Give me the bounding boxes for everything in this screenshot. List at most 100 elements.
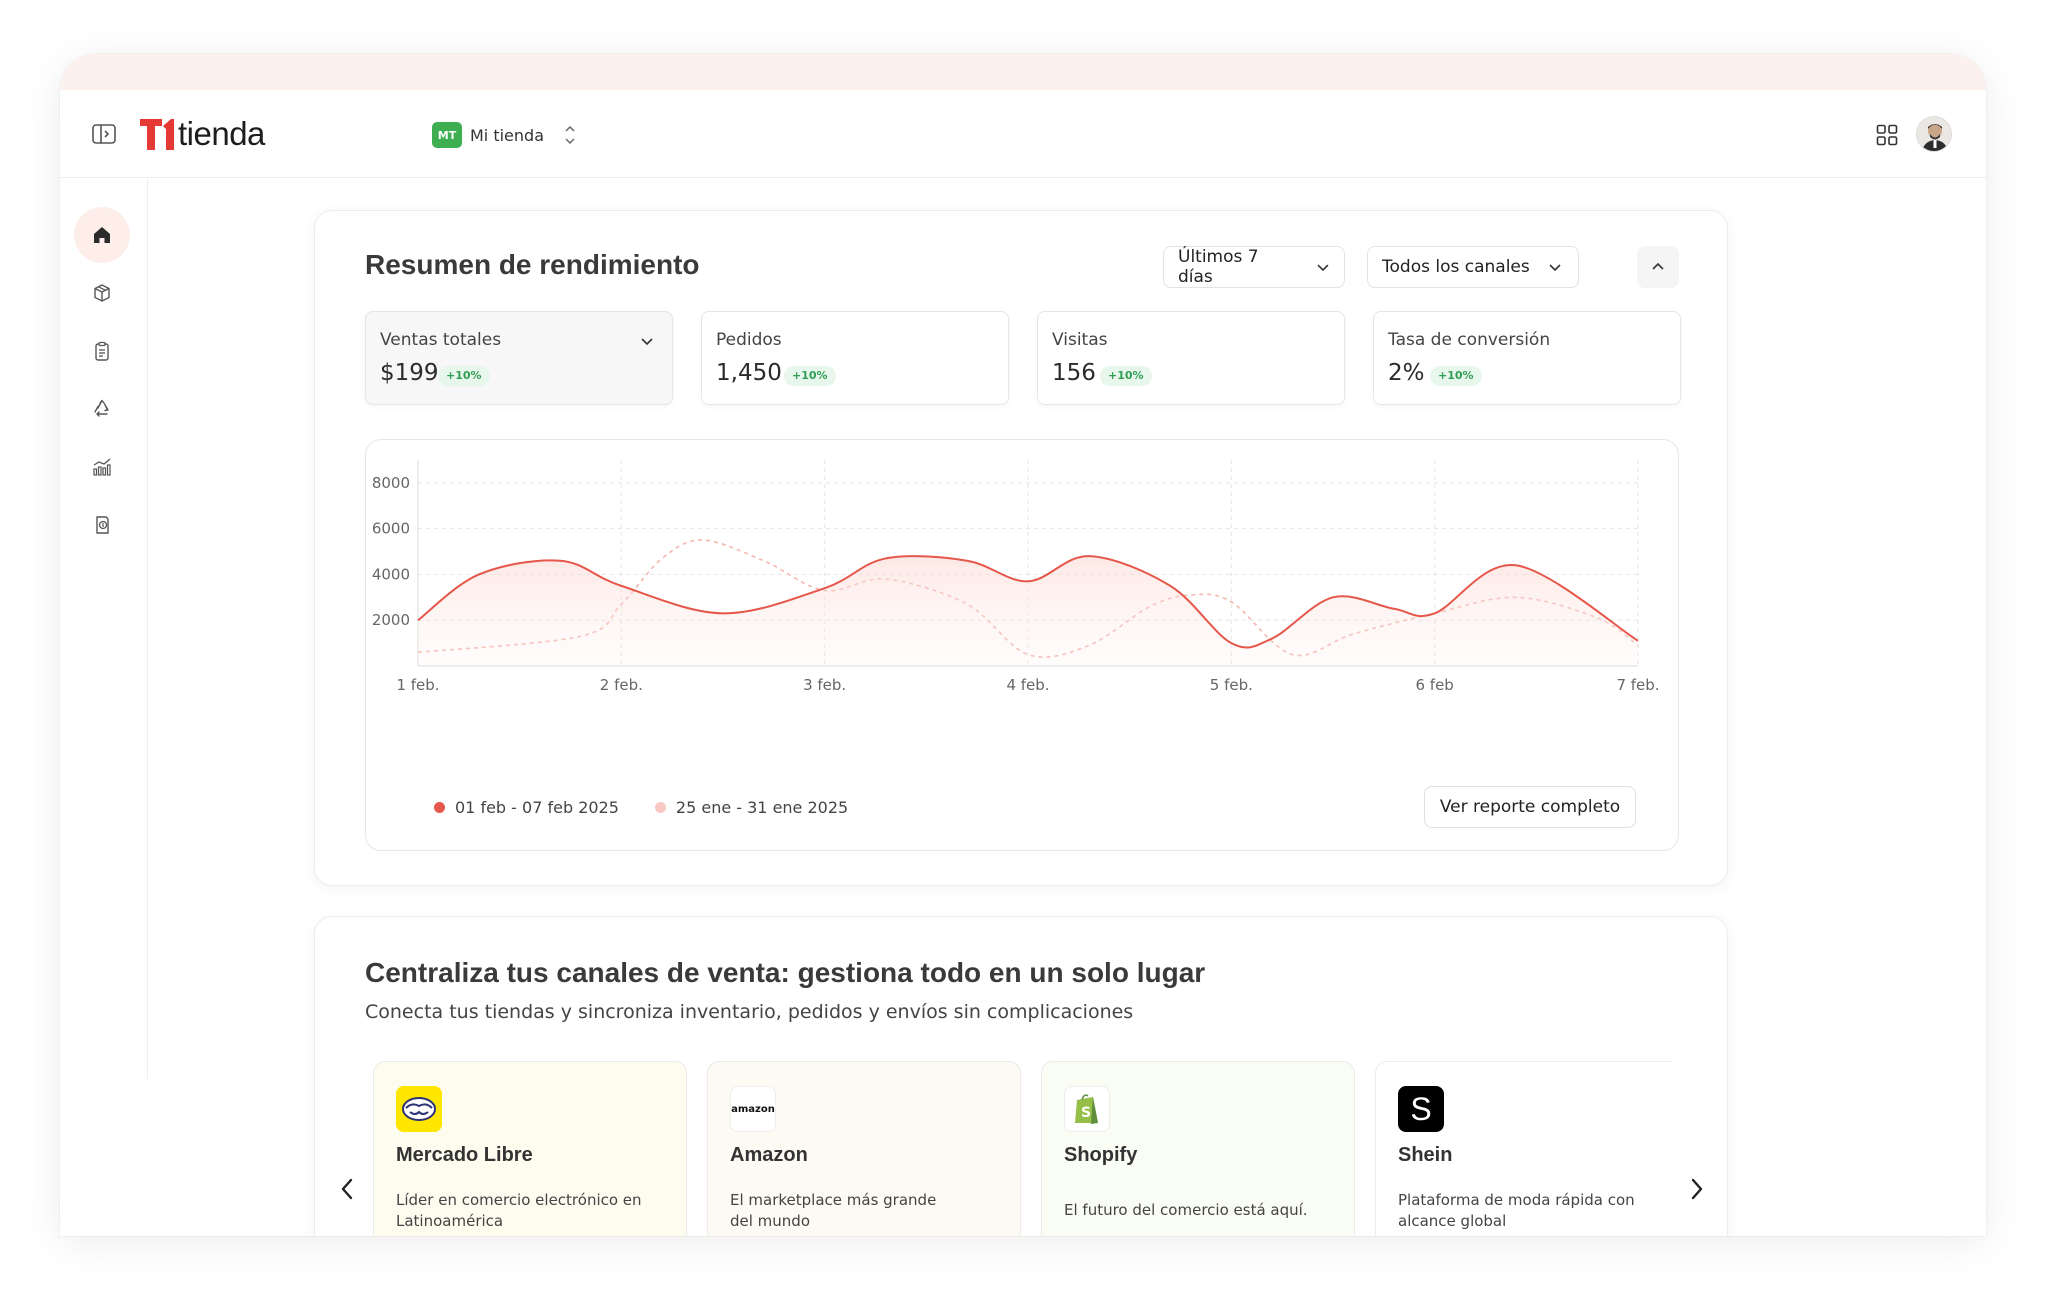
kpi-card-conversion[interactable]: Tasa de conversión 2% +10%	[1373, 311, 1681, 405]
app-window: tienda MT Mi tienda Resumen de rendimien…	[60, 54, 1986, 1236]
channel-card-shopify[interactable]: S Shopify El futuro del comercio está aq…	[1041, 1061, 1355, 1236]
kpi-delta-badge: +10%	[784, 366, 836, 386]
store-switcher[interactable]: MT Mi tienda	[432, 122, 576, 148]
legend-label: 01 feb - 07 feb 2025	[455, 798, 619, 817]
y-tick-label: 6000	[372, 520, 410, 538]
channel-description: Plataforma de moda rápida con alcance gl…	[1398, 1191, 1635, 1230]
legend-item-current: 01 feb - 07 feb 2025	[434, 798, 619, 817]
chart-legend: 01 feb - 07 feb 2025 25 ene - 31 ene 202…	[434, 798, 848, 817]
y-tick-label: 4000	[372, 565, 410, 583]
chevron-down-icon[interactable]	[640, 334, 654, 348]
store-badge: MT	[432, 122, 462, 148]
t1-logo-mark	[140, 119, 174, 150]
sidebar-item-returns[interactable]	[74, 381, 130, 437]
shein-logo: S	[1398, 1086, 1444, 1132]
sidebar-item-orders[interactable]	[74, 323, 130, 379]
apps-grid-icon[interactable]	[1876, 124, 1898, 146]
sidebar-item-products[interactable]	[74, 265, 130, 321]
sidebar-item-analytics[interactable]	[74, 439, 130, 495]
amazon-logo: amazon	[730, 1086, 776, 1132]
sidebar-item-billing[interactable]	[74, 497, 130, 553]
collapse-button[interactable]	[1637, 246, 1679, 288]
chevron-right-icon[interactable]	[1687, 1175, 1707, 1203]
legend-dot	[654, 802, 666, 813]
sales-channels-card: Centraliza tus canales de venta: gestion…	[314, 916, 1728, 1236]
clipboard-icon	[95, 341, 109, 361]
analytics-icon	[93, 458, 111, 476]
chevron-left-icon[interactable]	[337, 1175, 357, 1203]
channel-name: Mercado Libre	[396, 1144, 533, 1166]
kpi-delta-badge: +10%	[1100, 366, 1152, 386]
top-header: tienda MT Mi tienda	[60, 90, 1986, 178]
kpi-card-orders[interactable]: Pedidos 1,450 +10%	[701, 311, 1009, 405]
amazon-logo-text: amazon	[731, 1103, 775, 1115]
chevron-down-icon	[1317, 264, 1329, 272]
channels-title: Centraliza tus canales de venta: gestion…	[365, 957, 1206, 988]
kpi-card-total-sales[interactable]: Ventas totales $199 +10%	[365, 311, 673, 405]
date-range-value: Últimos 7 días	[1178, 247, 1259, 287]
y-tick-label: 8000	[372, 474, 410, 492]
channel-card-amazon[interactable]: amazon Amazon El marketplace más grande …	[707, 1061, 1021, 1236]
channel-select-value: Todos los canales	[1382, 257, 1530, 277]
channel-select[interactable]: Todos los canales	[1367, 246, 1579, 288]
avatar-image	[1917, 117, 1951, 151]
kpi-delta-badge: +10%	[1430, 366, 1482, 386]
kpi-label: Tasa de conversión	[1388, 330, 1551, 350]
channel-name: Shopify	[1064, 1144, 1138, 1166]
channel-description: Líder en comercio electrónico en Latinoa…	[396, 1191, 642, 1230]
mercadolibre-logo	[396, 1086, 442, 1132]
legend-label: 25 ene - 31 ene 2025	[675, 798, 849, 817]
kpi-value: 1,450	[716, 360, 782, 386]
channel-name: Shein	[1398, 1144, 1453, 1166]
x-tick-label: 6 feb	[1415, 676, 1453, 694]
chevron-updown-icon	[565, 125, 575, 145]
brand-logo[interactable]: tienda	[138, 112, 265, 156]
channel-card-mercado-libre[interactable]: Mercado Libre Líder en comercio electrón…	[373, 1061, 687, 1236]
shopify-logo: S	[1064, 1086, 1110, 1132]
channel-description: El futuro del comercio está aquí.	[1064, 1201, 1308, 1219]
legend-dot	[434, 802, 445, 813]
performance-title: Resumen de rendimiento	[365, 249, 700, 280]
kpi-label: Pedidos	[716, 330, 782, 350]
store-name: Mi tienda	[470, 125, 544, 145]
kpi-label: Visitas	[1052, 330, 1108, 350]
date-range-select[interactable]: Últimos 7 días	[1163, 246, 1345, 288]
x-tick-label: 3 feb.	[803, 676, 846, 694]
kpi-value: 156	[1052, 360, 1096, 386]
user-avatar[interactable]	[1916, 116, 1952, 152]
kpi-value: $199	[380, 360, 439, 386]
y-tick-label: 2000	[372, 611, 410, 629]
recycle-icon	[94, 399, 109, 417]
view-full-report-button[interactable]: Ver reporte completo	[1424, 786, 1636, 828]
sidebar	[60, 179, 148, 1079]
billing-icon	[96, 516, 109, 534]
x-tick-label: 7 feb.	[1616, 676, 1659, 694]
logo-text: tienda	[178, 115, 265, 152]
sales-chart: 2000 4000 6000 8000 1 feb. 2 feb. 3 feb. 4 feb.…	[365, 439, 1679, 851]
x-tick-label: 2 feb.	[600, 676, 643, 694]
shein-logo-text: S	[1410, 1090, 1432, 1127]
x-tick-label: 1 feb.	[396, 676, 439, 694]
kpi-card-visits[interactable]: Visitas 156 +10%	[1037, 311, 1345, 405]
window-top-bar	[60, 54, 1986, 90]
x-tick-label: 4 feb.	[1006, 676, 1049, 694]
channel-description: El marketplace más grande del mundo	[730, 1191, 937, 1230]
sidebar-toggle-icon[interactable]	[92, 124, 116, 144]
performance-summary-card: Resumen de rendimiento Últimos 7 días To…	[314, 210, 1728, 886]
channels-subtitle: Conecta tus tiendas y sincroniza inventa…	[365, 1001, 1134, 1023]
sidebar-item-home[interactable]	[74, 207, 130, 263]
kpi-delta-badge: +10%	[438, 366, 490, 386]
kpi-value: 2%	[1388, 360, 1425, 386]
x-tick-label: 5 feb.	[1210, 676, 1253, 694]
channel-name: Amazon	[730, 1144, 808, 1166]
line-chart-svg: 2000 4000 6000 8000 1 feb. 2 feb. 3 feb. 4 feb.…	[372, 460, 1660, 694]
legend-item-previous: 25 ene - 31 ene 2025	[654, 798, 849, 817]
channel-card-shein[interactable]: S Shein Plataforma de moda rápida con al…	[1375, 1061, 1671, 1236]
chevron-down-icon	[1549, 264, 1561, 272]
channel-carousel: Mercado Libre Líder en comercio electrón…	[373, 1061, 1671, 1236]
kpi-label: Ventas totales	[380, 330, 502, 350]
box-icon	[94, 284, 110, 302]
chevron-up-icon	[1652, 262, 1664, 270]
svg-text:S: S	[1081, 1105, 1091, 1121]
home-icon	[94, 227, 110, 243]
